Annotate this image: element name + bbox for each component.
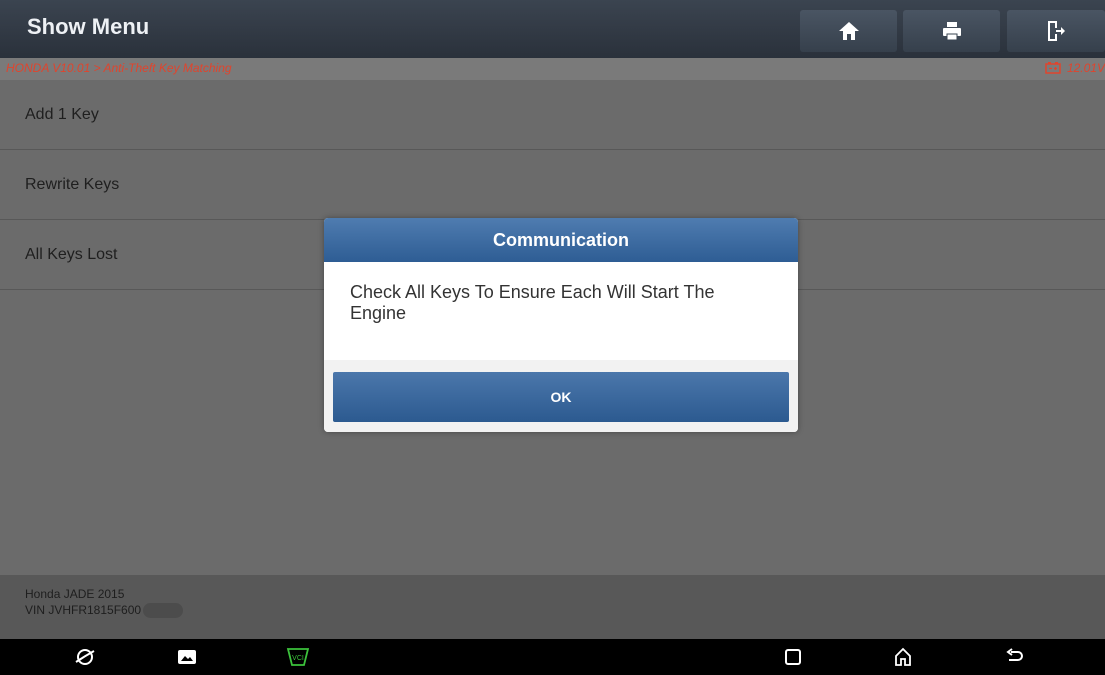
vci-icon: VCI	[286, 648, 310, 666]
redaction-mark	[143, 603, 184, 619]
menu-item-label: Rewrite Keys	[25, 175, 120, 193]
home-icon	[838, 22, 859, 40]
breadcrumb: HONDA V10.01 > Anti-Theft Key Matching	[6, 61, 232, 75]
dialog-message: Check All Keys To Ensure Each Will Start…	[350, 282, 715, 323]
dialog-footer: OK	[324, 360, 798, 432]
breadcrumb-bar: HONDA V10.01 > Anti-Theft Key Matching 1…	[0, 58, 1105, 80]
back-icon	[1006, 648, 1023, 661]
exit-button[interactable]	[1007, 10, 1105, 52]
voltage-indicator: 12.01V	[1045, 61, 1105, 75]
voltage-value: 12.01V	[1066, 61, 1105, 75]
communication-dialog: Communication Check All Keys To Ensure E…	[324, 218, 798, 432]
battery-icon	[1045, 62, 1061, 74]
browser-icon	[75, 649, 95, 665]
back-button[interactable]	[1000, 645, 1030, 669]
top-bar: Show Menu	[0, 0, 1105, 58]
menu-item-label: Add 1 Key	[25, 105, 99, 123]
gallery-button[interactable]	[172, 645, 202, 669]
print-icon	[942, 22, 961, 41]
vci-button[interactable]: VCI	[283, 645, 313, 669]
vehicle-name: Honda JADE 2015	[25, 587, 125, 601]
nav-home-button[interactable]	[888, 645, 918, 669]
menu-item-add-1-key[interactable]: Add 1 Key	[0, 80, 1105, 150]
vin-line: VIN JVHFR1815F600	[25, 603, 184, 619]
page-title: Show Menu	[27, 14, 150, 39]
home-button[interactable]	[800, 10, 897, 52]
recent-apps-icon	[785, 649, 801, 665]
browser-button[interactable]	[70, 645, 100, 669]
svg-text:VCI: VCI	[292, 655, 304, 662]
dialog-title: Communication	[324, 218, 798, 262]
ok-button[interactable]: OK	[333, 372, 789, 422]
gallery-icon	[178, 650, 196, 664]
recent-apps-button[interactable]	[778, 645, 808, 669]
exit-icon	[1048, 21, 1065, 41]
menu-item-label: All Keys Lost	[25, 245, 118, 263]
home-icon	[895, 647, 911, 666]
menu-item-rewrite-keys[interactable]: Rewrite Keys	[0, 150, 1105, 220]
system-nav-bar: VCI	[0, 639, 1105, 675]
vehicle-info-footer: Honda JADE 2015 VIN JVHFR1815F600	[0, 575, 1105, 639]
vin-number: VIN JVHFR1815F600	[25, 603, 142, 617]
print-button[interactable]	[903, 10, 1000, 52]
